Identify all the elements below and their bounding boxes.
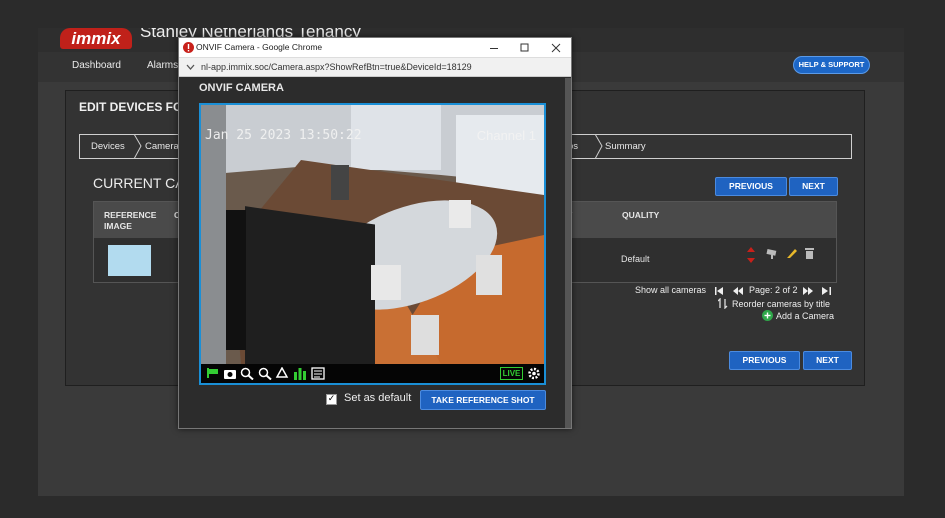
previous-button-top[interactable]: PREVIOUS	[715, 177, 787, 196]
set-default-label[interactable]: Set as default	[344, 392, 411, 404]
popup-url: nl-app.immix.soc/Camera.aspx?ShowRefBtn=…	[201, 62, 472, 72]
next-button-top[interactable]: NEXT	[789, 177, 838, 196]
popup-titlebar: ONVIF Camera - Google Chrome	[179, 38, 571, 58]
popup-scrollbar[interactable]	[565, 78, 571, 428]
nav-alarms[interactable]: Alarms	[147, 60, 178, 71]
edit-icon[interactable]	[786, 247, 798, 259]
ptz-camera-icon[interactable]	[206, 367, 220, 380]
popup-window-title: ONVIF Camera - Google Chrome	[196, 42, 323, 52]
col-quality: QUALITY	[622, 210, 660, 220]
recycle-icon[interactable]	[275, 367, 289, 380]
zoom-out-icon[interactable]	[258, 367, 272, 380]
live-badge: LIVE	[500, 367, 523, 380]
sort-icon	[718, 298, 728, 309]
help-support-button[interactable]: HELP & SUPPORT	[793, 56, 870, 74]
chevron-right-icon	[133, 134, 142, 159]
nav-dashboard[interactable]: Dashboard	[72, 60, 121, 71]
take-reference-shot-button[interactable]: TAKE REFERENCE SHOT	[420, 390, 546, 410]
previous-page-icon[interactable]	[733, 287, 743, 295]
video-timestamp: Jan 25 2023 13:50:22	[205, 128, 362, 143]
previous-button-bottom[interactable]: PREVIOUS	[729, 351, 800, 370]
camera-viewer[interactable]: Jan 25 2023 13:50:22 Channel 1 LIVE	[199, 103, 546, 385]
show-all-cameras-link[interactable]: Show all cameras	[635, 285, 706, 295]
popup-address-bar[interactable]: nl-app.immix.soc/Camera.aspx?ShowRefBtn=…	[179, 58, 571, 77]
details-icon[interactable]	[311, 367, 325, 380]
popup-heading: ONVIF CAMERA	[199, 82, 284, 94]
page-indicator: Page: 2 of 2	[749, 285, 798, 295]
next-button-bottom[interactable]: NEXT	[803, 351, 852, 370]
reorder-cameras-link[interactable]: Reorder cameras by title	[732, 299, 830, 309]
video-channel: Channel 1	[476, 128, 536, 143]
minimize-icon[interactable]	[489, 44, 499, 52]
first-page-icon[interactable]	[715, 287, 724, 295]
camera-feed: Jan 25 2023 13:50:22 Channel 1	[201, 105, 544, 364]
gear-icon[interactable]	[527, 367, 541, 380]
reorder-arrows-icon[interactable]	[747, 247, 755, 263]
zoom-in-icon[interactable]	[240, 367, 254, 380]
quality-value: Default	[621, 254, 650, 264]
reference-thumbnail[interactable]	[108, 245, 151, 276]
onvif-camera-popup: ONVIF Camera - Google Chrome nl-app.immi…	[178, 37, 572, 429]
info-icon	[183, 42, 194, 53]
wizard-step-camera[interactable]: Camera	[145, 141, 179, 152]
add-icon[interactable]	[762, 310, 773, 321]
col-reference-image: REFERENCE IMAGE	[104, 210, 157, 231]
wizard-step-devices[interactable]: Devices	[91, 141, 125, 152]
immix-logo[interactable]: immix	[60, 28, 132, 49]
camera-icon[interactable]	[766, 247, 780, 259]
viewer-toolbar: LIVE	[201, 364, 544, 383]
office-scene	[201, 105, 544, 364]
add-camera-link[interactable]: Add a Camera	[776, 311, 834, 321]
snapshot-icon[interactable]	[223, 367, 237, 380]
delete-icon[interactable]	[804, 247, 815, 259]
chevron-down-icon[interactable]	[186, 64, 195, 71]
close-icon[interactable]	[551, 43, 561, 53]
last-page-icon[interactable]	[822, 287, 831, 295]
stats-icon[interactable]	[293, 367, 307, 380]
wizard-step-summary[interactable]: Summary	[605, 141, 646, 152]
chevron-right-icon	[594, 134, 603, 159]
next-page-icon[interactable]	[803, 287, 813, 295]
set-default-checkbox[interactable]: ✓	[326, 394, 337, 405]
maximize-icon[interactable]	[520, 43, 530, 53]
